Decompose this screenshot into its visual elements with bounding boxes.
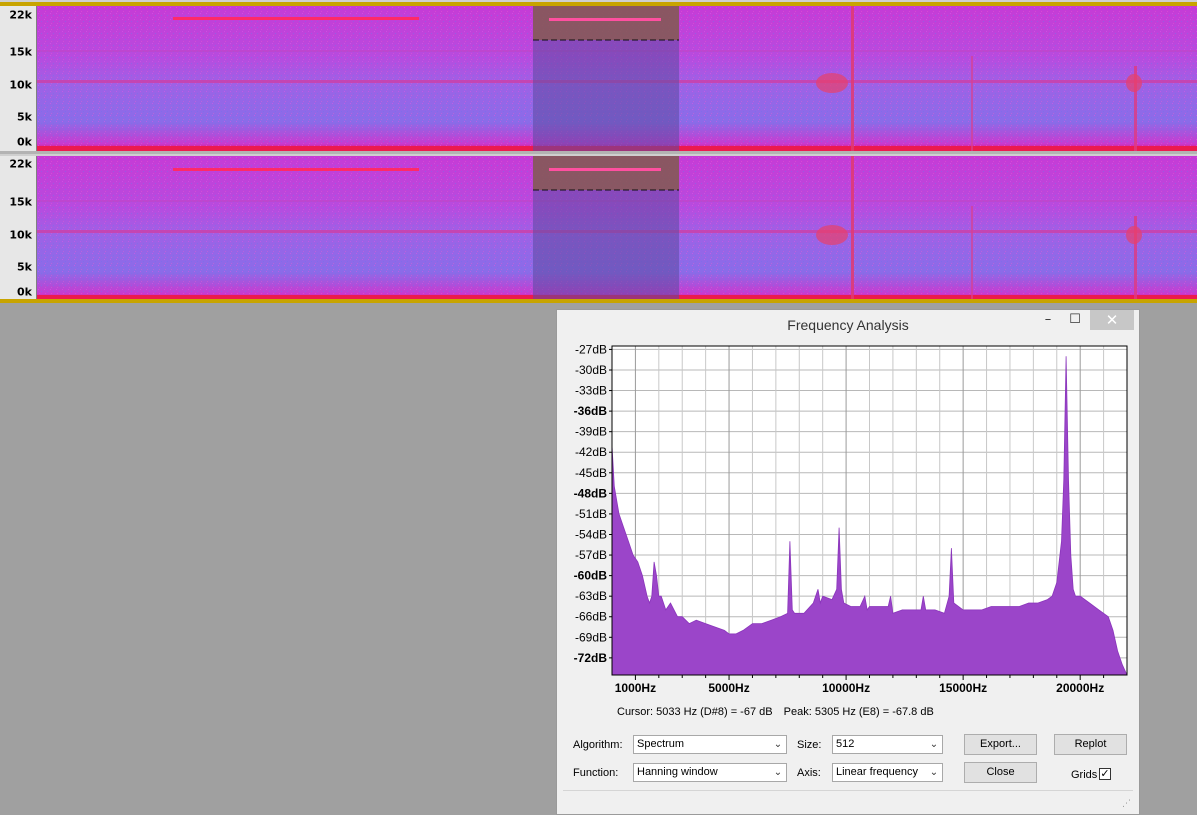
export-button[interactable]: Export... xyxy=(964,734,1037,755)
y-tick-label: -30dB xyxy=(575,363,607,377)
ruler-label: 10k xyxy=(9,78,32,92)
chevron-down-icon: ⌄ xyxy=(929,739,939,750)
y-tick-label: -72dB xyxy=(574,651,608,665)
y-tick-label: -51dB xyxy=(575,507,607,521)
x-tick-label: 5000Hz xyxy=(708,681,749,695)
algorithm-label: Algorithm: xyxy=(573,739,623,751)
ruler-label: 0k xyxy=(17,135,32,149)
resize-grip-icon[interactable]: ⋰ xyxy=(1122,799,1131,809)
frequency-ruler: 22k 15k 10k 5k 0k xyxy=(0,6,37,151)
x-tick-label: 1000Hz xyxy=(615,681,656,695)
y-tick-label: -54dB xyxy=(575,527,607,541)
maximize-icon[interactable]: ☐ xyxy=(1068,310,1082,330)
x-tick-label: 20000Hz xyxy=(1056,681,1104,695)
axis-select[interactable]: Linear frequency ⌄ xyxy=(832,763,943,782)
y-tick-label: -57dB xyxy=(575,548,607,562)
y-tick-label: -48dB xyxy=(574,486,608,500)
frequency-ruler: 22k 15k 10k 5k 0k xyxy=(0,156,37,301)
spectrum-chart[interactable]: -27dB -30dB -33dB -36dB -39dB -42dB -45dB -48dB… xyxy=(557,342,1139,702)
ruler-label: 0k xyxy=(17,285,32,299)
size-select[interactable]: 512 ⌄ xyxy=(832,735,943,754)
ruler-label: 10k xyxy=(9,228,32,242)
status-bar: ⋰ xyxy=(563,790,1133,811)
readout-line: Cursor: 5033 Hz (D#8) = -67 dB Peak: 530… xyxy=(617,706,942,718)
minimize-icon[interactable]: – xyxy=(1041,310,1055,330)
algorithm-value: Spectrum xyxy=(637,738,685,750)
grids-label: Grids xyxy=(1071,769,1098,781)
algorithm-select[interactable]: Spectrum ⌄ xyxy=(633,735,787,754)
ruler-label: 15k xyxy=(9,195,32,209)
axis-label: Axis: xyxy=(797,767,821,779)
track-bottom-border xyxy=(0,299,1197,303)
chevron-down-icon: ⌄ xyxy=(773,767,783,778)
spectrogram[interactable] xyxy=(37,6,1197,151)
y-tick-label: -27dB xyxy=(575,342,607,356)
x-axis: 1000Hz 5000Hz 10000Hz 15000Hz 20000Hz xyxy=(615,675,1104,695)
y-tick-label: -42dB xyxy=(575,445,607,459)
chevron-down-icon: ⌄ xyxy=(929,767,939,778)
size-value: 512 xyxy=(836,738,855,750)
ruler-label: 5k xyxy=(17,260,32,274)
dialog-titlebar[interactable]: Frequency Analysis – ☐ ✕ xyxy=(557,310,1139,340)
y-tick-label: -45dB xyxy=(575,466,607,480)
function-label: Function: xyxy=(573,767,619,779)
y-tick-label: -36dB xyxy=(574,404,608,418)
y-tick-label: -33dB xyxy=(575,384,607,398)
ruler-label: 22k xyxy=(9,157,32,171)
cursor-readout: Cursor: 5033 Hz (D#8) = -67 dB xyxy=(617,706,773,718)
grids-checkbox[interactable]: ✓ xyxy=(1099,768,1111,780)
x-tick-label: 15000Hz xyxy=(939,681,987,695)
tracks-area: 22k 15k 10k 5k 0k 22k 15k 10k 5k 0k xyxy=(0,0,1197,303)
y-axis: -27dB -30dB -33dB -36dB -39dB -42dB -45dB -48dB… xyxy=(574,342,612,665)
ruler-label: 22k xyxy=(9,8,32,22)
spectrum-graph[interactable]: -27dB -30dB -33dB -36dB -39dB -42dB -45dB -48dB… xyxy=(557,342,1139,702)
chevron-down-icon: ⌄ xyxy=(773,739,783,750)
frequency-analysis-dialog: Frequency Analysis – ☐ ✕ -27dB -30dB -33dB… xyxy=(556,309,1140,815)
x-tick-label: 10000Hz xyxy=(822,681,870,695)
ruler-label: 5k xyxy=(17,110,32,124)
y-tick-label: -63dB xyxy=(575,589,607,603)
ruler-label: 15k xyxy=(9,45,32,59)
peak-readout: Peak: 5305 Hz (E8) = -67.8 dB xyxy=(783,706,934,718)
function-value: Hanning window xyxy=(637,766,718,778)
spectrogram[interactable] xyxy=(37,156,1197,301)
track-divider xyxy=(0,151,1197,154)
axis-value: Linear frequency xyxy=(836,766,918,778)
y-tick-label: -60dB xyxy=(574,569,608,583)
replot-button[interactable]: Replot xyxy=(1054,734,1127,755)
function-select[interactable]: Hanning window ⌄ xyxy=(633,763,787,782)
close-button[interactable]: Close xyxy=(964,762,1037,783)
track-1[interactable]: 22k 15k 10k 5k 0k xyxy=(0,6,1197,151)
y-tick-label: -39dB xyxy=(575,425,607,439)
y-tick-label: -69dB xyxy=(575,630,607,644)
size-label: Size: xyxy=(797,739,822,751)
close-icon[interactable]: ✕ xyxy=(1090,310,1134,330)
track-2[interactable]: 22k 15k 10k 5k 0k xyxy=(0,156,1197,301)
y-tick-label: -66dB xyxy=(575,610,607,624)
